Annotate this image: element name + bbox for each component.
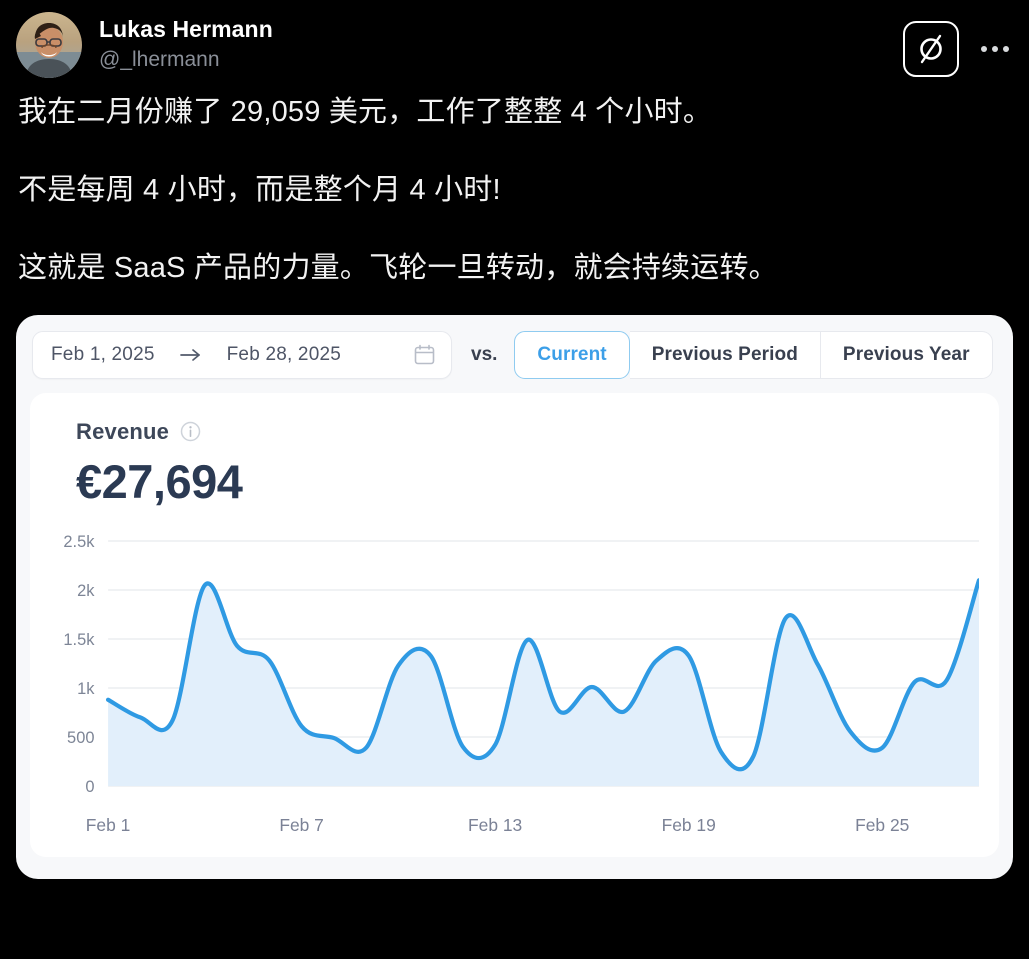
avatar[interactable] [16, 12, 82, 78]
calendar-icon[interactable] [388, 344, 435, 365]
post-header: Lukas Hermann @_lhermann [0, 0, 1029, 78]
chart-y-axis-labels: 2.5k 2k 1.5k 1k 500 0 [63, 533, 95, 796]
dashboard-card: Feb 1, 2025 Feb 28, 2025 vs. Current [16, 315, 1013, 879]
vs-label: vs. [471, 344, 497, 366]
more-horizontal-icon[interactable] [977, 21, 1013, 77]
y-tick-label: 1k [77, 678, 95, 697]
y-tick-label: 1.5k [63, 629, 95, 648]
header-actions [903, 12, 1013, 77]
start-date-value[interactable]: Feb 1, 2025 [51, 344, 155, 366]
info-circle-icon[interactable] [180, 421, 201, 442]
author-handle[interactable]: @_lhermann [99, 46, 273, 73]
y-tick-label: 500 [67, 727, 94, 746]
author-name[interactable]: Lukas Hermann [99, 15, 273, 44]
tab-previous-period[interactable]: Previous Period [630, 331, 821, 379]
post-text: 我在二月份赚了 29,059 美元，工作了整整 4 个小时。 不是每周 4 小时… [0, 78, 1029, 290]
x-tick-label: Feb 7 [279, 814, 324, 834]
comparison-tabs: Current Previous Period Previous Year [514, 331, 992, 379]
y-tick-label: 2k [77, 580, 95, 599]
revenue-chart[interactable]: 2.5k2k1.5k1k5000 Feb 1Feb 7Feb 13Feb 19F… [50, 533, 979, 843]
metric-header: Revenue [50, 419, 979, 445]
dashboard-toolbar: Feb 1, 2025 Feb 28, 2025 vs. Current [32, 331, 997, 379]
post-line-2: 不是每周 4 小时，而是整个月 4 小时! [18, 170, 1011, 211]
y-tick-label: 0 [85, 776, 94, 795]
x-tick-label: Feb 19 [662, 814, 716, 834]
tab-previous-year[interactable]: Previous Year [821, 331, 993, 379]
revenue-panel: Revenue €27,694 2.5k2k1.5k1k5000 Feb 1Fe… [30, 393, 999, 857]
y-tick-label: 2.5k [63, 533, 95, 551]
tab-current[interactable]: Current [514, 331, 629, 379]
metric-label: Revenue [76, 419, 169, 445]
x-tick-label: Feb 25 [855, 814, 909, 834]
arrow-right-icon [179, 348, 203, 362]
author-identity: Lukas Hermann @_lhermann [99, 12, 273, 74]
slashed-circle-icon[interactable] [903, 21, 959, 77]
x-tick-label: Feb 13 [468, 814, 522, 834]
metric-value: €27,694 [50, 458, 979, 505]
post-line-3: 这就是 SaaS 产品的力量。飞轮一旦转动，就会持续运转。 [18, 248, 1011, 289]
chart-x-axis-labels: Feb 1 Feb 7 Feb 13 Feb 19 Feb 25 [86, 814, 910, 834]
chart-area-fill [108, 580, 979, 786]
post-line-1: 我在二月份赚了 29,059 美元，工作了整整 4 个小时。 [18, 92, 1011, 133]
x-tick-label: Feb 1 [86, 814, 131, 834]
date-range-picker[interactable]: Feb 1, 2025 Feb 28, 2025 [32, 331, 452, 379]
end-date-value[interactable]: Feb 28, 2025 [227, 344, 341, 366]
